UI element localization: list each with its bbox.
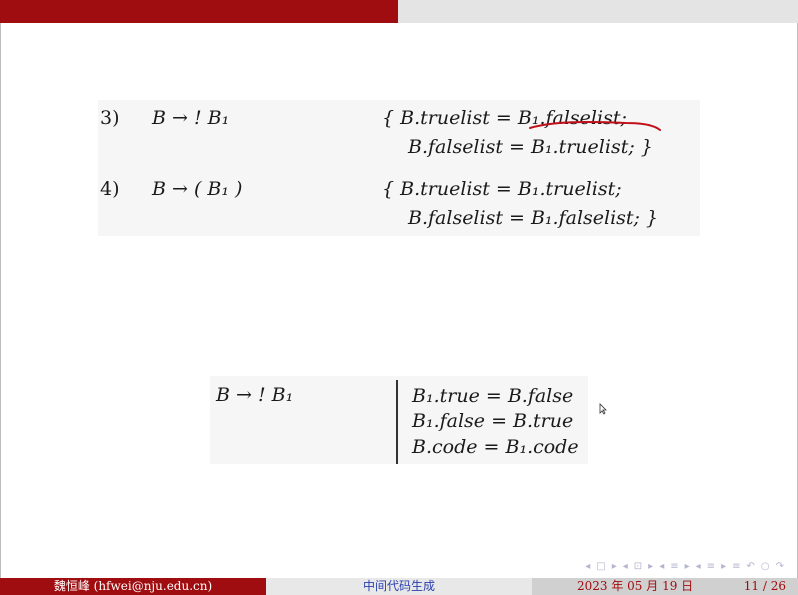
footer-title: 中间代码生成 (266, 578, 532, 595)
table-divider (396, 380, 398, 464)
nav-forward-icon[interactable]: ↷ (774, 561, 786, 572)
mouse-cursor-icon (599, 403, 607, 415)
header-bar-left (0, 0, 398, 23)
footer-author: 魏恒峰 (hfwei@nju.edu.cn) (0, 578, 266, 595)
rule4-label: 4) (100, 178, 120, 200)
rule3-label: 3) (100, 107, 120, 129)
window-border-left (0, 23, 1, 578)
rule4-production: B → ( B₁ ) (152, 178, 243, 200)
footer-page-number: 11 / 26 (743, 579, 786, 593)
nav-toc-icon[interactable]: ≡ (730, 561, 742, 572)
rule4-action-line2: B.falselist = B₁.falselist; } (408, 207, 659, 229)
rule4-action-line1: { B.truelist = B₁.truelist; (382, 178, 622, 200)
lower-rule-line2: B₁.false = B.true (412, 410, 574, 432)
footer-info: 2023 年 05 月 19 日 11 / 26 (532, 578, 798, 595)
nav-section-icon[interactable]: ≡ (668, 561, 680, 572)
nav-search-icon[interactable]: ○ (759, 561, 772, 572)
navigation-symbols: ◂ □ ▸ ◂ ⊡ ▸ ◂ ≡ ▸ ◂ ≡ ▸ ≡ ↶ ○ ↷ (583, 559, 786, 573)
lower-production: B → ! B₁ (216, 384, 294, 406)
nav-prev-subsection-icon[interactable]: ◂ (621, 561, 630, 572)
nav-subsection-icon[interactable]: ⊡ (632, 561, 644, 572)
nav-next-frame-icon[interactable]: ▸ (610, 561, 619, 572)
red-underline-annotation (529, 121, 661, 131)
rule3-action-line2: B.falselist = B₁.truelist; } (408, 136, 653, 158)
nav-part-icon[interactable]: ≡ (705, 561, 717, 572)
nav-next-part-icon[interactable]: ▸ (719, 561, 728, 572)
nav-next-subsection-icon[interactable]: ▸ (646, 561, 655, 572)
lower-rule-line1: B₁.true = B.false (412, 385, 574, 407)
nav-prev-frame-icon[interactable]: ◂ (583, 561, 592, 572)
nav-back-icon[interactable]: ↶ (744, 561, 756, 572)
lower-rule-line3: B.code = B₁.code (412, 436, 579, 458)
footer-date: 2023 年 05 月 19 日 (577, 579, 694, 593)
rule3-production: B → ! B₁ (152, 107, 230, 129)
nav-prev-section-icon[interactable]: ◂ (657, 561, 666, 572)
header-bar-right (398, 0, 798, 23)
nav-frame-icon[interactable]: □ (594, 561, 607, 572)
nav-prev-part-icon[interactable]: ◂ (694, 561, 703, 572)
nav-next-section-icon[interactable]: ▸ (683, 561, 692, 572)
